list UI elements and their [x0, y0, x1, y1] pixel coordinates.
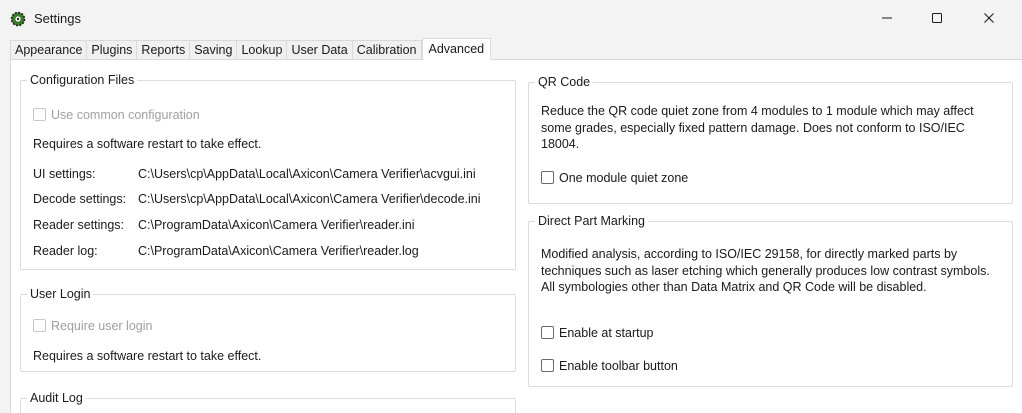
checkbox-box: [541, 326, 554, 339]
tab-plugins[interactable]: Plugins: [86, 40, 137, 60]
enable-toolbar-button-label: Enable toolbar button: [559, 359, 678, 373]
qr-code-group: QR Code Reduce the QR code quiet zone fr…: [528, 74, 1013, 204]
settings-gear-icon: [10, 11, 26, 27]
one-module-quiet-zone-checkbox[interactable]: One module quiet zone: [541, 171, 688, 185]
title-bar: Settings: [0, 0, 1022, 38]
one-module-quiet-zone-label: One module quiet zone: [559, 171, 689, 185]
audit-log-group: Audit Log: [20, 390, 516, 413]
require-user-login-label: Require user login: [51, 319, 153, 333]
checkbox-box: [33, 108, 46, 121]
enable-at-startup-checkbox[interactable]: Enable at startup: [541, 326, 654, 340]
tab-advanced[interactable]: Advanced: [421, 38, 492, 60]
direct-part-marking-group: Direct Part Marking Modified analysis, a…: [528, 213, 1013, 387]
tab-lookup[interactable]: Lookup: [236, 40, 287, 60]
advanced-tab-panel: Configuration Files Use common configura…: [10, 59, 1022, 413]
configuration-files-title: Configuration Files: [27, 72, 138, 88]
user-login-title: User Login: [27, 286, 94, 302]
require-user-login-checkbox[interactable]: Require user login: [33, 319, 152, 333]
checkbox-box: [541, 171, 554, 184]
audit-log-title: Audit Log: [27, 390, 86, 406]
decode-settings-label: Decode settings:: [33, 192, 127, 206]
dpm-description: Modified analysis, according to ISO/IEC …: [541, 247, 990, 294]
use-common-configuration-checkbox[interactable]: Use common configuration: [33, 108, 200, 122]
reader-log-label: Reader log:: [33, 244, 98, 258]
tab-saving[interactable]: Saving: [189, 40, 237, 60]
ui-settings-label: UI settings:: [33, 167, 96, 181]
maximize-icon: [932, 13, 942, 23]
checkbox-box: [541, 359, 554, 372]
reader-settings-label: Reader settings:: [33, 218, 125, 232]
user-login-group: User Login Require user login Requires a…: [20, 286, 516, 372]
decode-settings-path: C:\Users\cp\AppData\Local\Axicon\Camera …: [138, 192, 481, 206]
use-common-configuration-label: Use common configuration: [51, 108, 200, 122]
ui-settings-path: C:\Users\cp\AppData\Local\Axicon\Camera …: [138, 167, 476, 181]
reader-log-path: C:\ProgramData\Axicon\Camera Verifier\re…: [138, 244, 419, 258]
checkbox-box: [33, 319, 46, 332]
qr-code-title: QR Code: [535, 74, 594, 90]
close-button[interactable]: [966, 0, 1012, 36]
maximize-button[interactable]: [914, 0, 960, 36]
reader-settings-path: C:\ProgramData\Axicon\Camera Verifier\re…: [138, 218, 415, 232]
tab-user-data[interactable]: User Data: [286, 40, 352, 60]
login-restart-note: Requires a software restart to take effe…: [33, 349, 262, 363]
tab-appearance[interactable]: Appearance: [10, 40, 87, 60]
minimize-button[interactable]: [864, 0, 910, 36]
direct-part-marking-title: Direct Part Marking: [535, 213, 648, 229]
config-restart-note: Requires a software restart to take effe…: [33, 137, 262, 151]
minimize-icon: [882, 17, 892, 19]
tab-reports[interactable]: Reports: [136, 40, 190, 60]
window-title: Settings: [34, 11, 81, 26]
tab-strip: Appearance Plugins Reports Saving Lookup…: [10, 38, 492, 60]
enable-at-startup-label: Enable at startup: [559, 326, 654, 340]
qr-code-description: Reduce the QR code quiet zone from 4 mod…: [541, 104, 974, 151]
configuration-files-group: Configuration Files Use common configura…: [20, 72, 516, 270]
close-icon: [984, 13, 994, 23]
tab-calibration[interactable]: Calibration: [351, 40, 422, 60]
enable-toolbar-button-checkbox[interactable]: Enable toolbar button: [541, 359, 678, 373]
